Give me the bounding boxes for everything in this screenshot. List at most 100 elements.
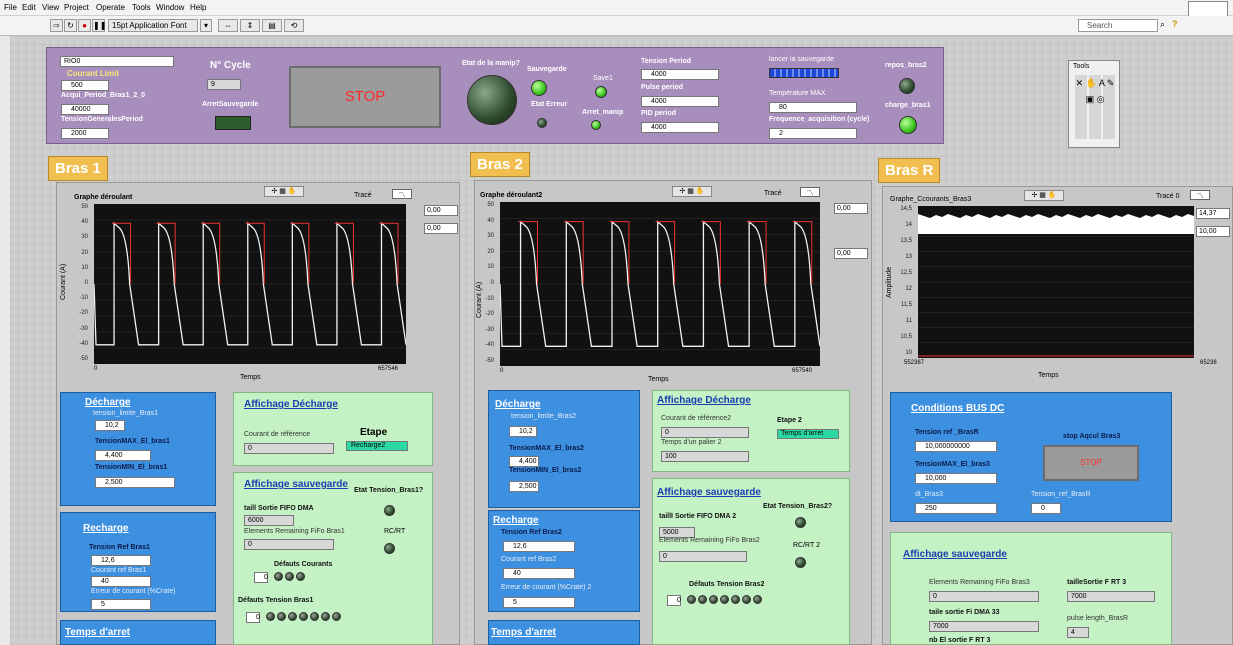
brasr-aff-sauv-box: Affichage sauvegarde Elements Remaining … <box>890 532 1172 645</box>
brasr-tensionmax-label: TensionMAX_El_bras3 <box>915 461 990 468</box>
arret-sauv-label: ArretSauvegarde <box>202 101 259 108</box>
menu-view[interactable]: View <box>42 3 59 12</box>
brasr-ylabel: Amplitude <box>886 266 893 298</box>
brasr-tab[interactable]: Bras R <box>878 158 941 183</box>
bras1-courant-ref-input[interactable]: 40 <box>91 576 151 587</box>
menu-edit[interactable]: Edit <box>22 3 36 12</box>
bras1-reference-trace <box>111 222 399 284</box>
bras1-tensionmax-input[interactable]: 4,400 <box>95 450 151 461</box>
brasr-tensionmax-input[interactable]: 10,000 <box>915 473 997 484</box>
bras2-temps-arret-box: Temps d'arret <box>488 620 640 645</box>
menu-help[interactable]: Help <box>190 3 206 12</box>
bras2-readout-2: 0,00 <box>834 248 868 259</box>
brasr-graph-tools-icon[interactable]: ✢ ▦ ✋ <box>1024 190 1064 201</box>
bras1-tension-ref-input[interactable]: 12,6 <box>91 555 151 566</box>
etat-label: Etat de la manip? <box>462 60 520 67</box>
bras2-temps-arret-title: Temps d'arret <box>491 627 556 638</box>
courant-limit-input[interactable]: 500 <box>61 80 109 91</box>
align-icon[interactable]: ⇔ <box>218 19 238 32</box>
bras1-courant-reference-value: 0 <box>244 443 334 454</box>
pause-icon[interactable]: ❚❚ <box>92 19 106 32</box>
brasr-taille-rt-label: tailleSortie F RT 3 <box>1067 579 1127 586</box>
bras2-tensionmin-input[interactable]: 2,500 <box>509 481 539 492</box>
lancer-label: lancer la sauvegarde <box>769 56 834 63</box>
brasr-tension-ref-r-input[interactable]: 0 <box>1031 503 1061 514</box>
brasr-waveform <box>918 214 1194 357</box>
bras2-tab[interactable]: Bras 2 <box>470 152 530 177</box>
bras1-ytick: -10 <box>79 295 88 302</box>
bras1-ylabel: Courant (A) <box>60 263 67 300</box>
tension-period-input[interactable]: 4000 <box>641 69 719 80</box>
brasr-ytick: 10,5 <box>900 334 912 340</box>
bras1-tab[interactable]: Bras 1 <box>48 156 108 181</box>
search-input[interactable]: Search <box>1078 19 1158 32</box>
bras2-ytick: -30 <box>485 326 494 333</box>
bras2-courant-reference-label: Courant de référence2 <box>661 415 732 422</box>
distribute-icon[interactable]: ⇕ <box>240 19 260 32</box>
bras1-erreur-input[interactable]: 5 <box>91 599 151 610</box>
bras1-trace-plot-icon[interactable]: 〽 <box>392 189 412 199</box>
tension-gen-input[interactable]: 2000 <box>61 128 109 139</box>
resource-select[interactable]: RIO0 <box>60 56 174 67</box>
resize-icon[interactable]: ▤ <box>262 19 282 32</box>
pid-period-input[interactable]: 4000 <box>641 122 719 133</box>
bras1-recharge-box: Recharge Tension Ref Bras1 12,6 Courant … <box>60 512 216 612</box>
run-arrow-icon[interactable]: ⇨ <box>50 19 63 32</box>
bras2-defauts-tension-index[interactable]: 0 <box>667 595 681 606</box>
bras2-tension-limite-input[interactable]: 10,2 <box>509 426 537 437</box>
font-select[interactable]: 15pt Application Font <box>108 19 198 32</box>
bras2-remaining-label: Elements Remaining FiFo Bras2 <box>659 537 760 544</box>
freq-input[interactable]: 2 <box>769 128 857 139</box>
pulse-period-input[interactable]: 4000 <box>641 96 719 107</box>
reorder-icon[interactable]: ⟲ <box>284 19 304 32</box>
help-icon[interactable]: ? <box>1172 19 1178 29</box>
control-panel: RIO0 Courant Limit 500 Acqui_Period_Bras… <box>46 47 944 144</box>
bras1-etape-label: Etape <box>360 427 388 438</box>
bras2-trace-plot-icon[interactable]: 〽 <box>800 187 820 197</box>
brasr-tension-ref-input[interactable]: 10,000000000 <box>915 441 997 452</box>
bras2-courant-ref-input[interactable]: 40 <box>503 568 575 579</box>
bras1-etape-value: Recharge2 <box>346 441 408 451</box>
search-icon[interactable]: ⌕ <box>1160 19 1165 30</box>
bras1-tensionmin-input[interactable]: 2,500 <box>95 477 175 488</box>
bras1-erreur-label: Erreur de courant (%Crate) <box>91 588 176 595</box>
arret-sauv-toggle[interactable] <box>215 116 251 130</box>
bras1-temps-arret-title: Temps d'arret <box>65 627 130 638</box>
run-continuous-icon[interactable]: ↻ <box>64 19 77 32</box>
brasr-taille-rt-value: 7000 <box>1067 591 1155 602</box>
bras1-ytick: 30 <box>81 234 88 241</box>
bras2-tensionmin-label: TensionMIN_El_bras2 <box>509 467 582 474</box>
acqui-input[interactable]: 40000 <box>61 104 109 115</box>
bras2-temps-palier-value: 100 <box>661 451 749 462</box>
stop-button[interactable]: STOP <box>289 66 441 128</box>
bras2-erreur-input[interactable]: 5 <box>503 597 575 608</box>
bras1-courant-reference-label: Courant de référence <box>244 431 311 438</box>
font-dropdown-icon[interactable]: ▾ <box>200 19 212 32</box>
bras1-decharge-box: Décharge tension_limite_Bras1 10,2 Tensi… <box>60 392 216 506</box>
menu-tools[interactable]: Tools <box>132 3 151 12</box>
bras2-tension-ref-input[interactable]: 12,6 <box>503 541 575 552</box>
bras1-graph-tools-icon[interactable]: ✢ ▦ ✋ <box>264 186 304 197</box>
menu-project[interactable]: Project <box>64 3 89 12</box>
menu-window[interactable]: Window <box>156 3 184 12</box>
bras2-tensionmax-input[interactable]: 4,400 <box>509 456 539 467</box>
brasr-dt-label: dt_Bras3 <box>915 491 944 498</box>
brasr-graph-title: Graphe_Ccourants_Bras3 <box>890 196 972 203</box>
tool-icons[interactable]: ✕ ✋ A ✎ ▣ ◎ <box>1075 75 1115 139</box>
abort-icon[interactable]: ● <box>78 19 91 32</box>
pid-period-label: PID period <box>641 110 677 117</box>
bras2-graph-tools-icon[interactable]: ✢ ▦ ✋ <box>672 186 712 197</box>
arret-manip-led[interactable] <box>591 120 601 130</box>
brasr-stop-button[interactable]: STOP <box>1043 445 1139 481</box>
bras1-tension-limite-input[interactable]: 10,2 <box>95 420 125 431</box>
bras1-defauts-tension-index[interactable]: 0 <box>246 612 260 623</box>
brasr-trace-plot-icon[interactable]: 〽 <box>1190 190 1210 200</box>
menu-file[interactable]: File <box>4 3 17 12</box>
brasr-bus-title: Conditions BUS DC <box>911 403 1005 414</box>
bras1-defauts-courants-index[interactable]: 0 <box>254 572 268 583</box>
bras2-ytick: 30 <box>487 233 494 240</box>
menu-operate[interactable]: Operate <box>96 3 125 12</box>
brasr-dt-input[interactable]: 250 <box>915 503 997 514</box>
acqui-label: Acqui_Period_Bras1_2_0 <box>61 92 146 99</box>
temp-input[interactable]: 80 <box>769 102 857 113</box>
